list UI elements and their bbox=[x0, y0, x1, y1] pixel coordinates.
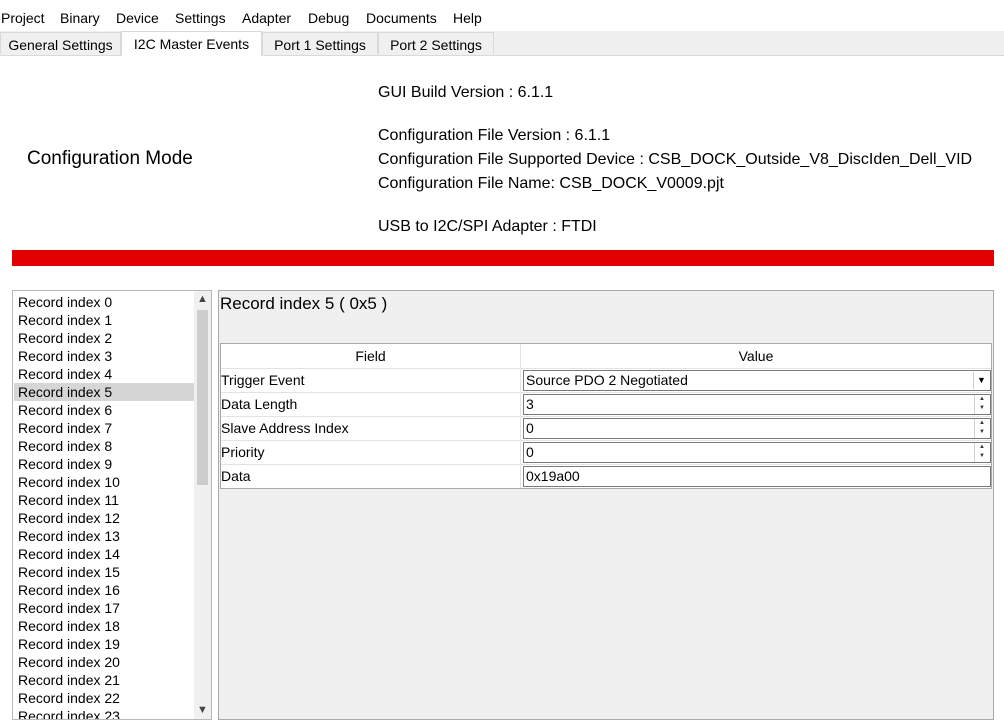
tab-port-2-settings[interactable]: Port 2 Settings bbox=[378, 32, 494, 54]
list-item[interactable]: Record index 20 bbox=[14, 653, 194, 671]
record-list[interactable]: Record index 0 Record index 1 Record index… bbox=[12, 290, 212, 720]
field-label: Data Length bbox=[221, 396, 298, 412]
list-item[interactable]: Record index 5 bbox=[14, 383, 194, 401]
table-row: Slave Address Index 0 ▲ ▼ bbox=[221, 416, 991, 440]
menu-documents[interactable]: Documents bbox=[366, 10, 437, 27]
menu-binary[interactable]: Binary bbox=[60, 10, 100, 27]
chevron-down-icon[interactable]: ▼ bbox=[194, 702, 211, 719]
menu-project[interactable]: Project bbox=[1, 10, 45, 27]
slave-address-index-spinner[interactable]: 0 ▲ ▼ bbox=[523, 418, 991, 439]
tab-i2c-master-events[interactable]: I2C Master Events bbox=[121, 31, 262, 56]
menu-help[interactable]: Help bbox=[453, 10, 482, 27]
tab-port-1-settings[interactable]: Port 1 Settings bbox=[262, 32, 378, 54]
spinner-arrows-icon[interactable]: ▲ ▼ bbox=[974, 395, 989, 414]
data-input[interactable]: 0x19a00 bbox=[523, 466, 991, 487]
table-row: Data 0x19a00 bbox=[221, 464, 991, 488]
scrollbar-thumb[interactable] bbox=[197, 310, 208, 485]
list-item[interactable]: Record index 10 bbox=[14, 473, 194, 491]
record-detail-title: Record index 5 ( 0x5 ) bbox=[220, 294, 388, 313]
field-label: Priority bbox=[221, 444, 265, 460]
list-item[interactable]: Record index 13 bbox=[14, 527, 194, 545]
list-item[interactable]: Record index 7 bbox=[14, 419, 194, 437]
list-item[interactable]: Record index 18 bbox=[14, 617, 194, 635]
config-file-name: Configuration File Name: CSB_DOCK_V0009.… bbox=[378, 175, 724, 192]
field-label: Trigger Event bbox=[221, 372, 305, 388]
list-item[interactable]: Record index 0 bbox=[14, 293, 194, 311]
table-row: Trigger Event Source PDO 2 Negotiated ▼ bbox=[221, 368, 991, 392]
list-item[interactable]: Record index 15 bbox=[14, 563, 194, 581]
tab-general-settings[interactable]: General Settings bbox=[0, 32, 121, 54]
menu-adapter[interactable]: Adapter bbox=[242, 10, 291, 27]
column-header-field: Field bbox=[221, 344, 520, 368]
list-item[interactable]: Record index 2 bbox=[14, 329, 194, 347]
list-item[interactable]: Record index 4 bbox=[14, 365, 194, 383]
configuration-mode-title: Configuration Mode bbox=[27, 148, 193, 169]
list-item[interactable]: Record index 16 bbox=[14, 581, 194, 599]
list-item[interactable]: Record index 8 bbox=[14, 437, 194, 455]
list-item[interactable]: Record index 3 bbox=[14, 347, 194, 365]
table-row: Priority 0 ▲ ▼ bbox=[221, 440, 991, 464]
priority-spinner[interactable]: 0 ▲ ▼ bbox=[523, 442, 991, 463]
config-file-version: Configuration File Version : 6.1.1 bbox=[378, 127, 611, 144]
list-item[interactable]: Record index 17 bbox=[14, 599, 194, 617]
list-item[interactable]: Record index 9 bbox=[14, 455, 194, 473]
menu-settings[interactable]: Settings bbox=[175, 10, 226, 27]
record-field-table: Field Value Trigger Event Source PDO 2 N… bbox=[220, 343, 992, 489]
record-list-scrollbar[interactable]: ▲ ▼ bbox=[194, 291, 211, 719]
list-item[interactable]: Record index 22 bbox=[14, 689, 194, 707]
field-label: Slave Address Index bbox=[221, 420, 349, 436]
tab-strip: General Settings I2C Master Events Port … bbox=[0, 31, 1004, 56]
gui-build-version: GUI Build Version : 6.1.1 bbox=[378, 84, 554, 101]
list-item[interactable]: Record index 14 bbox=[14, 545, 194, 563]
list-item[interactable]: Record index 6 bbox=[14, 401, 194, 419]
column-header-value: Value bbox=[521, 344, 991, 368]
menu-debug[interactable]: Debug bbox=[308, 10, 349, 27]
table-row: Data Length 3 ▲ ▼ bbox=[221, 392, 991, 416]
field-label: Data bbox=[221, 468, 251, 484]
data-length-spinner[interactable]: 3 ▲ ▼ bbox=[523, 394, 991, 415]
menu-device[interactable]: Device bbox=[116, 10, 159, 27]
status-bar bbox=[12, 250, 994, 266]
record-detail-panel: Record index 5 ( 0x5 ) Field Value Trigg… bbox=[218, 290, 994, 720]
menu-bar: Project Binary Device Settings Adapter D… bbox=[0, 0, 1004, 31]
spinner-arrows-icon[interactable]: ▲ ▼ bbox=[974, 419, 989, 438]
chevron-up-icon[interactable]: ▲ bbox=[194, 291, 211, 308]
list-item[interactable]: Record index 12 bbox=[14, 509, 194, 527]
list-item[interactable]: Record index 21 bbox=[14, 671, 194, 689]
list-item[interactable]: Record index 23 bbox=[14, 707, 194, 719]
spinner-arrows-icon[interactable]: ▲ ▼ bbox=[974, 443, 989, 462]
list-item[interactable]: Record index 1 bbox=[14, 311, 194, 329]
list-item[interactable]: Record index 19 bbox=[14, 635, 194, 653]
usb-adapter-info: USB to I2C/SPI Adapter : FTDI bbox=[378, 218, 597, 235]
chevron-down-icon[interactable]: ▼ bbox=[973, 372, 989, 389]
trigger-event-dropdown[interactable]: Source PDO 2 Negotiated ▼ bbox=[523, 370, 991, 391]
list-item[interactable]: Record index 11 bbox=[14, 491, 194, 509]
config-supported-device: Configuration File Supported Device : CS… bbox=[378, 151, 973, 168]
